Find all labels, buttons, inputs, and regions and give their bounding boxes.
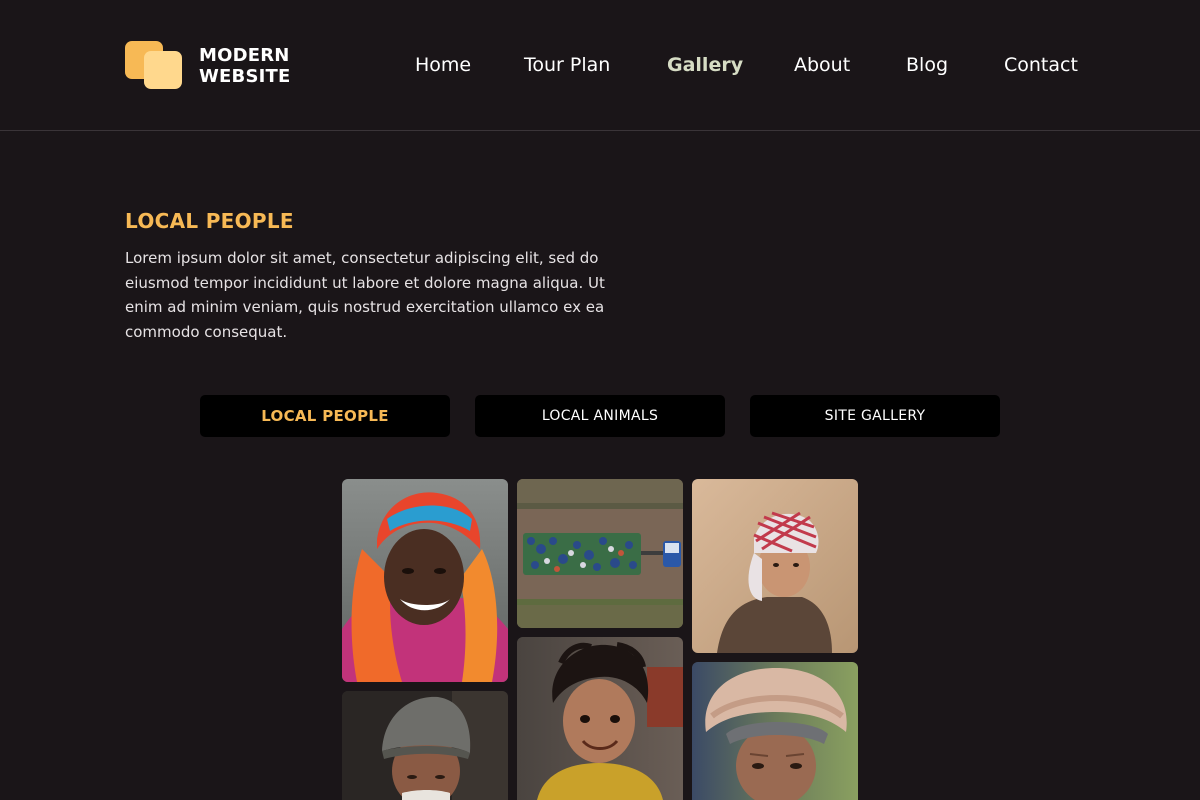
tab-site-gallery[interactable]: SITE GALLERY — [750, 395, 1000, 437]
aerial-crowd-image — [517, 479, 683, 628]
nav-home[interactable]: Home — [415, 52, 471, 78]
gallery-photo-old-man-cap[interactable] — [342, 691, 508, 800]
boy-keffiyeh-image — [692, 479, 858, 653]
site-header: MODERN WEBSITE Home Tour Plan Gallery Ab… — [0, 0, 1200, 131]
section-description: Lorem ipsum dolor sit amet, consectetur … — [125, 249, 605, 341]
nav-blog[interactable]: Blog — [906, 52, 948, 78]
gallery-photo-woman[interactable] — [342, 479, 508, 682]
child-photo-image — [517, 637, 683, 800]
gallery-photo-child[interactable] — [517, 637, 683, 800]
old-man-turban-image — [692, 662, 858, 800]
old-man-cap-image — [342, 691, 508, 800]
section-title: LOCAL PEOPLE — [125, 209, 294, 233]
tab-local-people[interactable]: LOCAL PEOPLE — [200, 395, 450, 437]
nav-gallery[interactable]: Gallery — [667, 52, 743, 78]
nav-about[interactable]: About — [794, 52, 850, 78]
gallery-photo-old-man-turban[interactable] — [692, 662, 858, 800]
page: MODERN WEBSITE Home Tour Plan Gallery Ab… — [0, 0, 1200, 800]
gallery-photo-aerial-crowd[interactable] — [517, 479, 683, 628]
main-nav: Home Tour Plan Gallery About Blog Contac… — [0, 52, 1200, 78]
gallery-photo-boy-keffiyeh[interactable] — [692, 479, 858, 653]
nav-contact[interactable]: Contact — [1004, 52, 1078, 78]
tab-local-animals[interactable]: LOCAL ANIMALS — [475, 395, 725, 437]
woman-photo-image — [342, 479, 508, 682]
nav-tour-plan[interactable]: Tour Plan — [524, 52, 610, 78]
